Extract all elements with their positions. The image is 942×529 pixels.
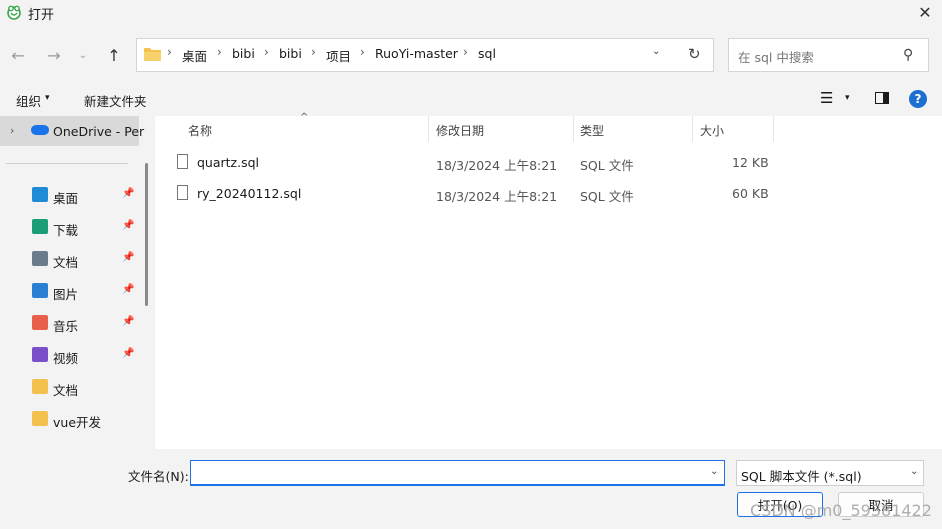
column-header-size[interactable]: 大小 — [700, 122, 724, 139]
breadcrumb-separator: › — [360, 45, 365, 59]
forward-button[interactable]: → — [42, 43, 66, 67]
column-divider[interactable] — [692, 116, 693, 142]
sidebar-item-label: vue开发 — [53, 415, 102, 430]
column-divider[interactable] — [773, 116, 774, 142]
folder-icon — [32, 411, 48, 426]
sidebar-item-label: 文档 — [53, 255, 79, 270]
breadcrumb-bibi-1[interactable]: bibi — [232, 46, 255, 61]
new-folder-button[interactable]: 新建文件夹 — [84, 91, 147, 110]
search-placeholder: 在 sql 中搜索 — [738, 50, 814, 65]
sort-ascending-icon: ^ — [300, 112, 309, 123]
cloud-icon — [31, 125, 49, 135]
pin-icon[interactable]: 📌 — [122, 252, 134, 263]
pin-icon[interactable]: 📌 — [122, 188, 134, 199]
sidebar-item-label: 图片 — [53, 287, 79, 302]
refresh-icon[interactable]: ↻ — [688, 45, 701, 63]
title-bar — [0, 0, 942, 24]
file-name: ry_20240112.sql — [197, 186, 302, 201]
file-icon — [177, 154, 188, 169]
pin-icon[interactable]: 📌 — [122, 220, 134, 231]
sidebar-item-7[interactable]: vue开发 — [0, 404, 139, 434]
download-icon — [32, 219, 48, 234]
chevron-down-icon[interactable]: ⌄ — [910, 466, 918, 477]
help-icon[interactable]: ? — [909, 90, 927, 108]
view-options-icon[interactable]: ☰ — [820, 89, 833, 107]
sidebar-item-0[interactable]: 桌面 📌 — [0, 180, 139, 210]
sidebar-item-label: 下载 — [53, 223, 79, 238]
folder-icon — [32, 379, 48, 394]
breadcrumb-bibi-2[interactable]: bibi — [279, 46, 302, 61]
sidebar-item-5[interactable]: 视频 📌 — [0, 340, 139, 370]
column-divider[interactable] — [573, 116, 574, 142]
desktop-icon — [32, 187, 48, 202]
sidebar-item-1[interactable]: 下载 📌 — [0, 212, 139, 242]
window-title: 打开 — [28, 8, 55, 23]
file-modified: 18/3/2024 上午8:21 — [436, 189, 558, 204]
sidebar-item-4[interactable]: 音乐 📌 — [0, 308, 139, 338]
address-dropdown-icon[interactable]: ⌄ — [652, 46, 660, 57]
file-type: SQL 文件 — [580, 158, 634, 173]
breadcrumb-separator: › — [463, 45, 468, 59]
watermark: CSDN @m0_59381422 — [750, 501, 932, 520]
pictures-icon — [32, 283, 48, 298]
filetype-value: SQL 脚本文件 (*.sql) — [741, 469, 862, 484]
file-modified: 18/3/2024 上午8:21 — [436, 158, 558, 173]
breadcrumb-desktop[interactable]: 桌面 — [182, 46, 207, 65]
file-row[interactable]: ry_20240112.sql 18/3/2024 上午8:21 SQL 文件 60 … — [155, 178, 942, 208]
breadcrumb-sql[interactable]: sql — [478, 46, 496, 61]
file-name: quartz.sql — [197, 155, 260, 170]
sidebar-item-label: 视频 — [53, 351, 79, 366]
pin-icon[interactable]: 📌 — [122, 348, 134, 359]
sidebar-item-3[interactable]: 图片 📌 — [0, 276, 139, 306]
breadcrumb-separator: › — [311, 45, 316, 59]
search-icon[interactable]: ⚲ — [903, 47, 913, 63]
file-row[interactable]: quartz.sql 18/3/2024 上午8:21 SQL 文件 12 KB — [155, 147, 942, 177]
up-button[interactable]: ↑ — [102, 43, 126, 67]
close-button[interactable]: ✕ — [908, 0, 942, 24]
app-icon — [7, 5, 21, 20]
breadcrumb-ruoyi[interactable]: RuoYi-master — [375, 46, 458, 61]
organize-button[interactable]: 组织 — [16, 91, 41, 110]
chevron-down-icon[interactable]: ⌄ — [710, 466, 718, 477]
back-button[interactable]: ← — [6, 43, 30, 67]
file-size: 12 KB — [732, 155, 769, 170]
sidebar-item-2[interactable]: 文档 📌 — [0, 244, 139, 274]
column-header-name[interactable]: 名称 — [188, 122, 212, 139]
breadcrumb-separator: › — [264, 45, 269, 59]
filename-input[interactable] — [190, 460, 725, 486]
file-type: SQL 文件 — [580, 189, 634, 204]
filename-label: 文件名(N): — [128, 469, 189, 484]
breadcrumb-separator: › — [167, 45, 172, 59]
file-size: 60 KB — [732, 186, 769, 201]
preview-pane-icon[interactable] — [875, 92, 889, 104]
divider — [6, 163, 128, 164]
folder-icon — [144, 48, 161, 61]
column-header-type[interactable]: 类型 — [580, 122, 604, 139]
sidebar-item-6[interactable]: 文档 — [0, 372, 139, 402]
column-divider[interactable] — [428, 116, 429, 142]
chevron-down-icon[interactable]: ▾ — [845, 93, 850, 103]
breadcrumb-separator: › — [217, 45, 222, 59]
file-icon — [177, 185, 188, 200]
sidebar-item-label: 桌面 — [53, 191, 79, 206]
pin-icon[interactable]: 📌 — [122, 316, 134, 327]
scrollbar[interactable] — [145, 163, 148, 306]
chevron-right-icon[interactable]: › — [10, 124, 14, 137]
recent-locations-button[interactable]: ⌄ — [74, 43, 92, 67]
sidebar-item-label: 文档 — [53, 383, 79, 398]
videos-icon — [32, 347, 48, 362]
music-icon — [32, 315, 48, 330]
pin-icon[interactable]: 📌 — [122, 284, 134, 295]
sidebar-item-label: OneDrive - Per — [53, 124, 145, 139]
breadcrumb-project[interactable]: 项目 — [326, 46, 351, 65]
chevron-down-icon[interactable]: ▾ — [45, 93, 50, 103]
column-header-modified[interactable]: 修改日期 — [436, 122, 484, 139]
sidebar-item-label: 音乐 — [53, 319, 79, 334]
documents-icon — [32, 251, 48, 266]
